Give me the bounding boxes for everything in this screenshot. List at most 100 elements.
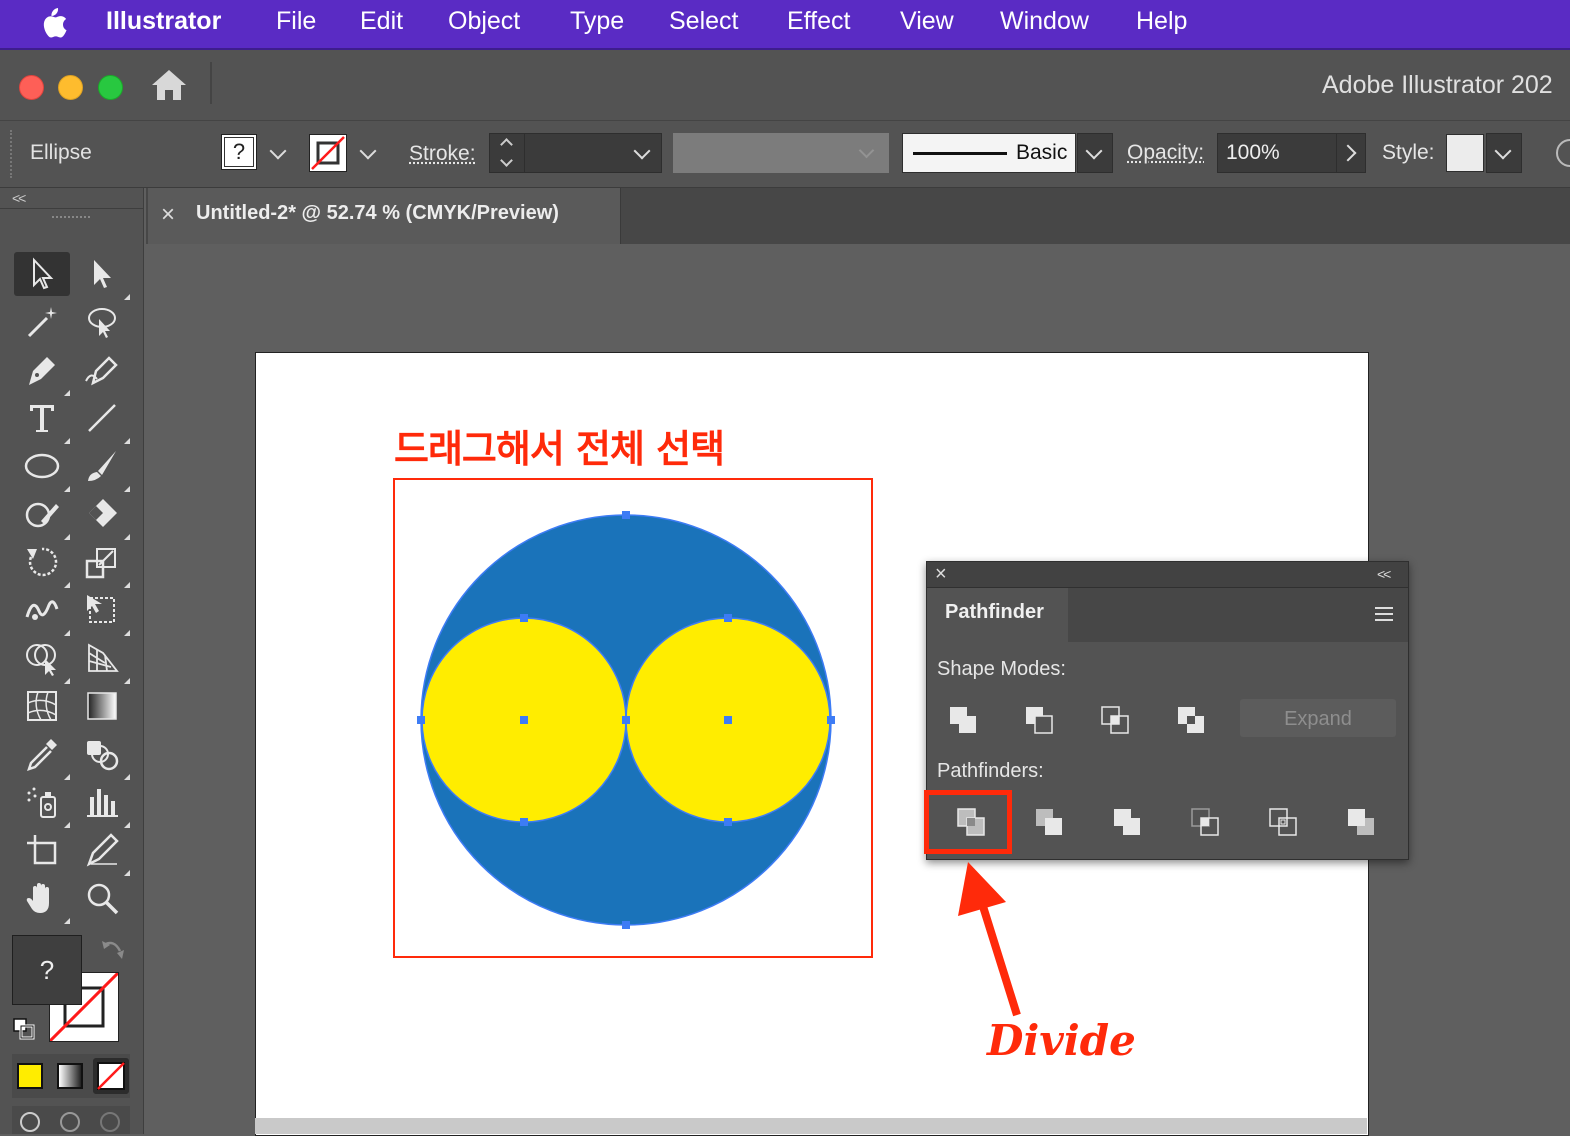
- opacity-label[interactable]: Opacity:: [1127, 141, 1204, 165]
- menu-edit[interactable]: Edit: [360, 7, 403, 36]
- toolbar-grip: [52, 216, 90, 224]
- swap-fill-stroke-icon[interactable]: [100, 937, 126, 966]
- blend-tool-icon[interactable]: [80, 732, 130, 780]
- menu-select[interactable]: Select: [669, 7, 738, 36]
- apple-icon[interactable]: [38, 6, 68, 45]
- panel-menu-icon[interactable]: [1375, 607, 1393, 621]
- outline-button[interactable]: [1260, 802, 1306, 842]
- fill-color-box-value: ?: [39, 955, 55, 985]
- crop-button[interactable]: [1182, 802, 1228, 842]
- style-swatch[interactable]: [1446, 134, 1484, 172]
- pen-tool-icon[interactable]: [20, 348, 70, 396]
- divide-arrow-annotation: [958, 862, 1021, 1017]
- stroke-label[interactable]: Stroke:: [409, 142, 476, 166]
- rotate-tool-icon[interactable]: [20, 540, 70, 588]
- color-button-icon[interactable]: [17, 1063, 43, 1089]
- title-divider: [210, 62, 212, 104]
- fill-color-box[interactable]: ?: [12, 935, 82, 1005]
- ellipse-tool-icon[interactable]: [20, 444, 70, 492]
- opacity-value: 100%: [1226, 141, 1280, 164]
- close-window-button[interactable]: [19, 75, 44, 100]
- pathfinder-panel-header: [927, 562, 1408, 588]
- menu-window[interactable]: Window: [1000, 7, 1089, 36]
- column-graph-tool-icon[interactable]: [80, 780, 130, 828]
- expand-button: Expand: [1240, 699, 1396, 737]
- pathfinder-tab[interactable]: Pathfinder: [927, 588, 1068, 642]
- menu-app-name[interactable]: Illustrator: [106, 7, 221, 36]
- shape-modes-label: Shape Modes:: [937, 658, 1066, 680]
- unite-button[interactable]: [940, 700, 986, 740]
- menu-bar: Illustrator File Edit Object Type Select…: [0, 0, 1570, 50]
- fill-swatch-value: ?: [224, 137, 254, 167]
- toolbar-collapse-icon[interactable]: <<: [12, 190, 26, 206]
- unite-icon: [950, 707, 976, 733]
- draw-behind-icon[interactable]: [60, 1112, 80, 1132]
- shape-builder-tool-icon[interactable]: [20, 636, 70, 684]
- trim-icon: [1036, 809, 1062, 835]
- home-icon[interactable]: [150, 68, 188, 107]
- default-fill-stroke-icon[interactable]: [13, 1018, 35, 1045]
- merge-icon: [1114, 809, 1140, 835]
- slice-tool-icon[interactable]: [80, 828, 130, 876]
- stepper-down-icon[interactable]: [500, 154, 513, 167]
- brush-definition-dropdown[interactable]: Basic: [902, 133, 1076, 173]
- exclude-button[interactable]: [1168, 700, 1214, 740]
- draw-inside-icon[interactable]: [100, 1112, 120, 1132]
- stroke-swatch[interactable]: [309, 134, 347, 172]
- free-transform-tool-icon[interactable]: [80, 588, 130, 636]
- zoom-window-button[interactable]: [98, 75, 123, 100]
- minus-back-button[interactable]: [1338, 802, 1384, 842]
- pathfinder-collapse-icon[interactable]: <<: [1377, 566, 1391, 582]
- menu-file[interactable]: File: [276, 7, 316, 36]
- stroke-weight-stepper[interactable]: [489, 133, 525, 173]
- close-tab-icon[interactable]: ×: [161, 201, 175, 229]
- eyedropper-tool-icon[interactable]: [20, 732, 70, 780]
- stepper-up-icon[interactable]: [500, 138, 513, 151]
- eraser-tool-icon[interactable]: [80, 492, 130, 540]
- artwork-circles[interactable]: [400, 500, 850, 940]
- fill-swatch[interactable]: ?: [221, 134, 257, 170]
- minimize-window-button[interactable]: [58, 75, 83, 100]
- paintbrush-tool-icon[interactable]: [80, 444, 130, 492]
- variable-width-chevron: [858, 142, 875, 159]
- gradient-button-icon[interactable]: [57, 1063, 83, 1089]
- menu-object[interactable]: Object: [448, 7, 520, 36]
- magic-wand-tool-icon[interactable]: [20, 300, 64, 344]
- draw-normal-icon[interactable]: [20, 1112, 40, 1132]
- expand-button-label: Expand: [1284, 708, 1352, 730]
- perspective-grid-tool-icon[interactable]: [80, 636, 130, 684]
- menu-effect[interactable]: Effect: [787, 7, 850, 36]
- divide-callout-label: Divide: [987, 1016, 1136, 1065]
- menu-type[interactable]: Type: [570, 7, 624, 36]
- document-tab[interactable]: × Untitled-2* @ 52.74 % (CMYK/Preview): [148, 188, 620, 244]
- hand-tool-icon[interactable]: [20, 876, 70, 924]
- type-tool-icon[interactable]: [20, 396, 70, 444]
- symbol-sprayer-tool-icon[interactable]: [20, 780, 70, 828]
- toolbar-header-divider: [0, 208, 143, 209]
- menu-view[interactable]: View: [900, 7, 954, 36]
- exclude-icon: [1178, 707, 1204, 733]
- minus-front-button[interactable]: [1016, 700, 1062, 740]
- curvature-tool-icon[interactable]: [80, 348, 124, 392]
- intersect-icon: [1101, 706, 1129, 734]
- zoom-tool-icon[interactable]: [80, 876, 124, 920]
- selection-tool-icon[interactable]: [14, 252, 70, 296]
- crop-icon: [1191, 808, 1219, 836]
- none-button-icon[interactable]: [93, 1058, 129, 1094]
- mesh-tool-icon[interactable]: [20, 684, 64, 728]
- intersect-button[interactable]: [1092, 700, 1138, 740]
- pathfinder-close-icon[interactable]: ×: [935, 563, 947, 586]
- merge-button[interactable]: [1104, 802, 1150, 842]
- menu-help[interactable]: Help: [1136, 7, 1187, 36]
- gradient-tool-icon[interactable]: [80, 684, 124, 728]
- artboard-tool-icon[interactable]: [20, 828, 64, 872]
- warp-tool-icon[interactable]: [20, 588, 70, 636]
- opacity-input[interactable]: 100%: [1217, 133, 1337, 173]
- horizontal-scrollbar[interactable]: [255, 1118, 1367, 1134]
- lasso-tool-icon[interactable]: [80, 300, 124, 344]
- trim-button[interactable]: [1026, 802, 1072, 842]
- direct-selection-tool-icon[interactable]: [80, 252, 130, 300]
- shaper-tool-icon[interactable]: [20, 492, 70, 540]
- scale-tool-icon[interactable]: [80, 540, 130, 588]
- line-segment-tool-icon[interactable]: [80, 396, 130, 444]
